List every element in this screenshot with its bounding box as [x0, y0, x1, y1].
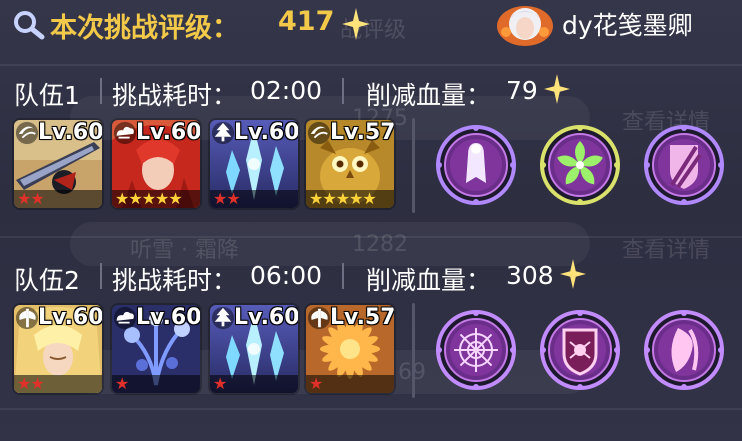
- hero-card[interactable]: Lv.60 ★★: [14, 120, 102, 208]
- vertical-divider: [412, 118, 415, 213]
- damage-label: 削减血量：: [366, 266, 492, 295]
- sparkle-icon: [560, 259, 586, 295]
- slash-shield-skill-icon[interactable]: [644, 125, 724, 205]
- hero-card[interactable]: Lv.60 ★: [112, 305, 200, 393]
- hero-level: Lv.60: [136, 305, 200, 330]
- hero-star-rating: ★★: [14, 375, 102, 393]
- cloud-icon: [113, 306, 137, 330]
- cloud-icon: [113, 121, 137, 145]
- time-value: 06:00: [250, 261, 323, 290]
- divider: [100, 78, 102, 104]
- axe-icon: [15, 306, 39, 330]
- separator-top: [0, 64, 742, 66]
- header: 本次挑战评级： 417 dy花笺墨卿: [0, 0, 742, 50]
- search-icon[interactable]: [12, 10, 46, 44]
- rating-value: 417: [278, 6, 335, 37]
- divider: [100, 263, 102, 289]
- hero-card[interactable]: Lv.57 ★★★★★: [306, 120, 394, 208]
- damage-value: 308: [506, 261, 554, 290]
- tree-icon: [211, 121, 235, 145]
- spider-web-skill-icon[interactable]: [436, 310, 516, 390]
- hero-card[interactable]: Lv.57 ★: [306, 305, 394, 393]
- hero-level: Lv.57: [330, 120, 394, 145]
- team-name: 队伍1: [14, 81, 80, 110]
- axe-icon: [307, 306, 331, 330]
- ghost-figure-skill-icon[interactable]: [436, 125, 516, 205]
- wind-icon: [15, 121, 39, 145]
- hero-star-rating: ★★★★★: [112, 190, 200, 208]
- vertical-divider: [412, 303, 415, 398]
- team-2-section: 队伍2 挑战耗时： 06:00 削减血量： 308 Lv.60 ★★ Lv.60 ★…: [0, 255, 742, 425]
- hero-star-rating: ★: [112, 375, 200, 393]
- damage-value: 79: [506, 76, 538, 105]
- team-name: 队伍2: [14, 266, 80, 295]
- time-label: 挑战耗时：: [112, 81, 238, 110]
- hero-star-rating: ★★: [210, 190, 298, 208]
- sparkle-icon: [544, 74, 570, 110]
- hero-level: Lv.57: [330, 305, 394, 330]
- divider: [342, 78, 344, 104]
- tree-icon: [211, 306, 235, 330]
- hero-level: Lv.60: [38, 305, 102, 330]
- hero-level: Lv.60: [136, 120, 200, 145]
- hero-card[interactable]: Lv.60 ★: [210, 305, 298, 393]
- hero-level: Lv.60: [38, 120, 102, 145]
- wind-icon: [307, 121, 331, 145]
- hero-level: Lv.60: [234, 305, 298, 330]
- user-avatar[interactable]: [494, 2, 556, 46]
- hero-star-rating: ★: [306, 375, 394, 393]
- tear-slash-skill-icon[interactable]: [644, 310, 724, 390]
- damage-label: 削减血量：: [366, 81, 492, 110]
- time-value: 02:00: [250, 76, 323, 105]
- hero-card[interactable]: Lv.60 ★★: [210, 120, 298, 208]
- hero-level: Lv.60: [234, 120, 298, 145]
- sparkle-icon: [342, 8, 370, 44]
- hero-card[interactable]: Lv.60 ★★: [14, 305, 102, 393]
- hero-star-rating: ★: [210, 375, 298, 393]
- hero-star-rating: ★★: [14, 190, 102, 208]
- divider: [342, 263, 344, 289]
- time-label: 挑战耗时：: [112, 266, 238, 295]
- spider-shield-skill-icon[interactable]: [540, 310, 620, 390]
- user-name[interactable]: dy花笺墨卿: [562, 6, 693, 42]
- rating-label: 本次挑战评级：: [50, 13, 239, 44]
- team-1-section: 队伍1 挑战耗时： 02:00 削减血量： 79 Lv.60 ★★ Lv.60 ★★…: [0, 70, 742, 240]
- leaf-burst-skill-icon[interactable]: [540, 125, 620, 205]
- hero-card[interactable]: Lv.60 ★★★★★: [112, 120, 200, 208]
- hero-star-rating: ★★★★★: [306, 190, 394, 208]
